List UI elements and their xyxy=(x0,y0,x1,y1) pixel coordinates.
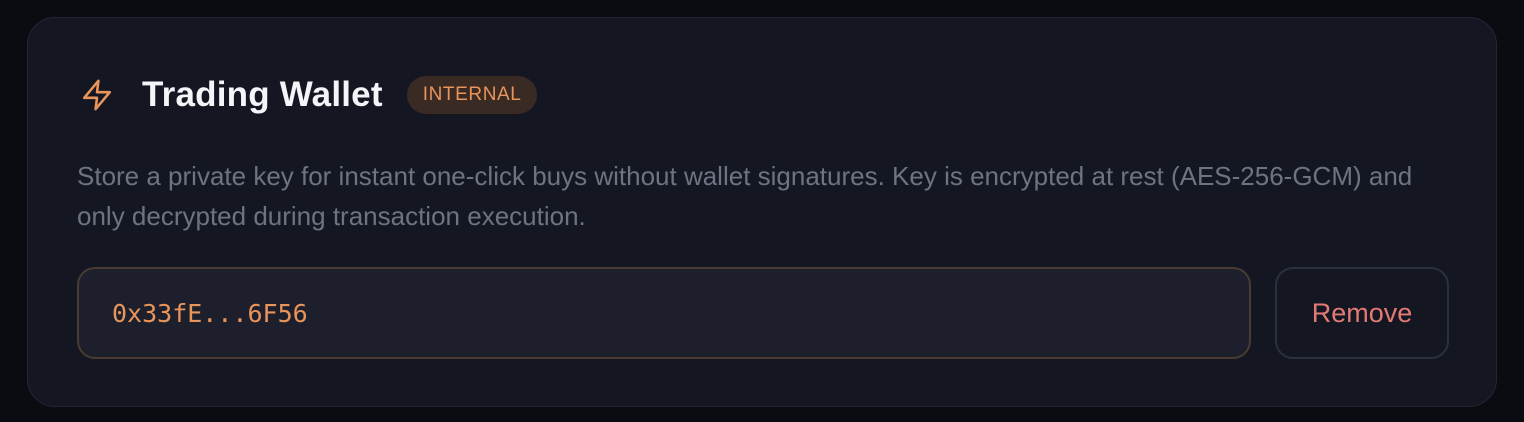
wallet-address-value: 0x33fE...6F56 xyxy=(112,298,308,328)
card-title: Trading Wallet xyxy=(142,75,383,114)
remove-button[interactable]: Remove xyxy=(1275,267,1449,359)
private-key-field[interactable]: 0x33fE...6F56 xyxy=(77,267,1251,359)
card-header: Trading Wallet INTERNAL xyxy=(80,75,538,114)
lightning-bolt-icon xyxy=(80,78,114,112)
internal-badge: INTERNAL xyxy=(406,76,538,114)
trading-wallet-card: Trading Wallet INTERNAL Store a private … xyxy=(27,17,1497,407)
card-description: Store a private key for instant one-clic… xyxy=(77,161,1413,231)
